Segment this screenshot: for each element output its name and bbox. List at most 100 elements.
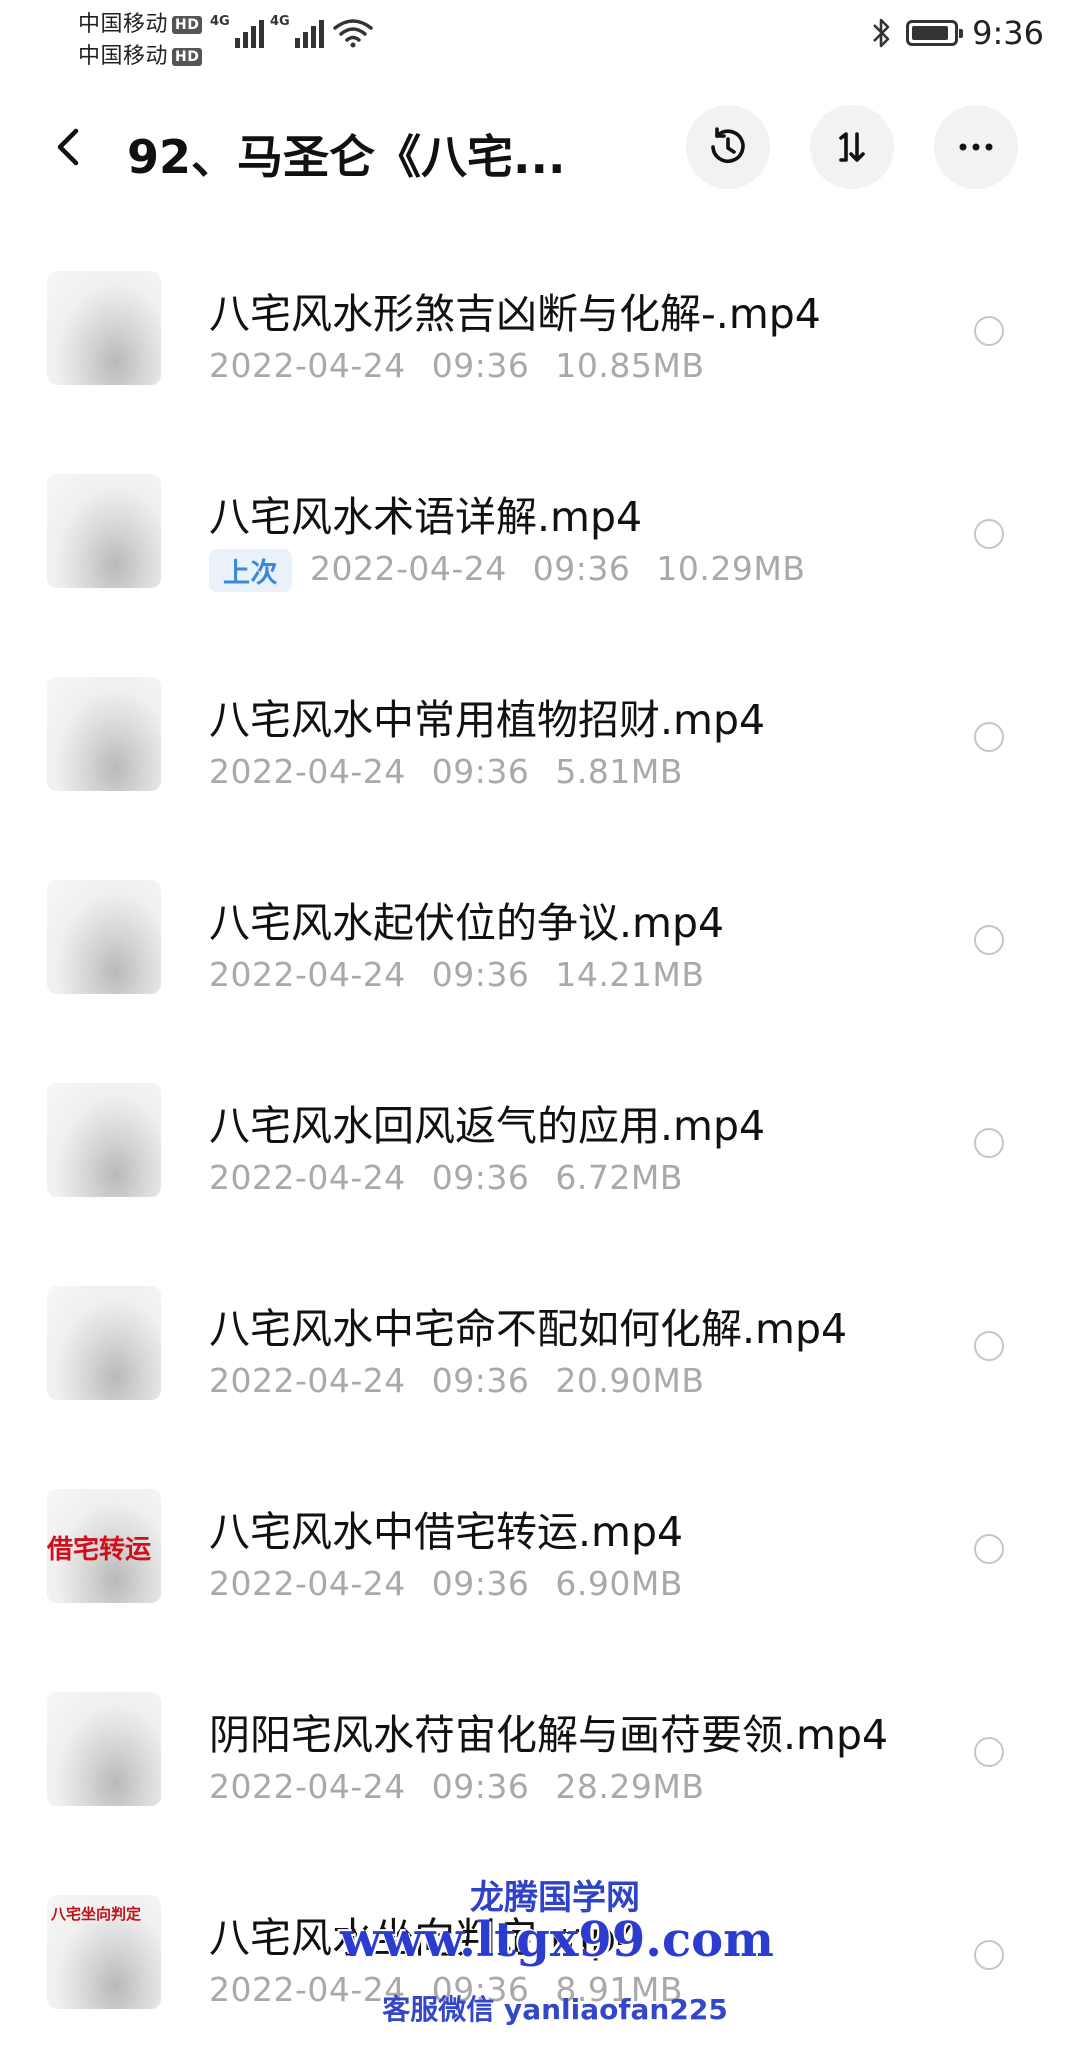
signal-icon: 4G: [210, 14, 264, 48]
video-thumbnail[interactable]: 八宅坐向判定: [47, 1895, 161, 2009]
file-meta: 2022-04-24 09:36 6.90MB: [209, 1564, 683, 1603]
thumbnail-painting: [47, 880, 161, 994]
file-row[interactable]: 八宅风水形煞吉凶断与化解-.mp4 2022-04-24 09:36 10.85MB: [0, 228, 1080, 431]
video-thumbnail[interactable]: [47, 271, 161, 385]
file-date: 2022-04-24: [209, 1564, 406, 1603]
file-name: 八宅风水回风返气的应用.mp4: [209, 1102, 766, 1150]
file-row[interactable]: 八宅风水回风返气的应用.mp4 2022-04-24 09:36 6.72MB: [0, 1040, 1080, 1243]
select-radio[interactable]: [974, 1737, 1004, 1767]
file-time: 09:36: [431, 955, 530, 994]
more-button[interactable]: [934, 105, 1018, 189]
select-radio[interactable]: [974, 925, 1004, 955]
thumbnail-caption: 借宅转运: [47, 1535, 152, 1565]
carrier-2-label: 中国移动: [78, 44, 169, 69]
video-thumbnail[interactable]: 借宅转运: [47, 1489, 161, 1603]
file-date: 2022-04-24: [209, 1158, 406, 1197]
signal-icon: 4G: [270, 14, 324, 48]
file-row[interactable]: 借宅转运 八宅风水中借宅转运.mp4 2022-04-24 09:36 6.90MB: [0, 1446, 1080, 1649]
select-radio[interactable]: [974, 1331, 1004, 1361]
file-size: 14.21MB: [555, 955, 705, 994]
file-size: 10.85MB: [555, 346, 705, 385]
hd-badge: HD: [172, 48, 203, 66]
file-date: 2022-04-24: [209, 1767, 406, 1806]
video-thumbnail[interactable]: [47, 880, 161, 994]
file-name: 八宅风水术语详解.mp4: [209, 493, 643, 541]
file-time: 09:36: [532, 549, 631, 588]
file-name: 八宅风水形煞吉凶断与化解-.mp4: [209, 290, 821, 338]
video-thumbnail[interactable]: [47, 474, 161, 588]
video-thumbnail[interactable]: [47, 1083, 161, 1197]
file-size: 20.90MB: [555, 1361, 705, 1400]
file-time: 09:36: [431, 1361, 530, 1400]
file-meta: 2022-04-24 09:36 20.90MB: [209, 1361, 704, 1400]
file-row[interactable]: 八宅风水中宅命不配如何化解.mp4 2022-04-24 09:36 20.90MB: [0, 1243, 1080, 1446]
thumbnail-painting: [47, 1286, 161, 1400]
history-icon: [711, 127, 745, 164]
bluetooth-icon: [873, 18, 890, 48]
thumbnail-painting: [47, 271, 161, 385]
thumbnail-painting: [47, 677, 161, 791]
file-date: 2022-04-24: [310, 549, 507, 588]
net-type-label: 4G: [270, 14, 290, 29]
net-type-label: 4G: [210, 14, 230, 29]
file-date: 2022-04-24: [209, 955, 406, 994]
file-meta: 2022-04-24 09:36 5.81MB: [209, 752, 683, 791]
select-radio[interactable]: [974, 519, 1004, 549]
file-name: 八宅风水中宅命不配如何化解.mp4: [209, 1305, 848, 1353]
file-name: 八宅风水起伏位的争议.mp4: [209, 899, 725, 947]
file-name: 阴阳宅风水苻宙化解与画苻要领.mp4: [209, 1711, 889, 1759]
video-thumbnail[interactable]: [47, 1286, 161, 1400]
video-thumbnail[interactable]: [47, 1692, 161, 1806]
thumbnail-painting: [47, 1692, 161, 1806]
file-time: 09:36: [431, 752, 530, 791]
more-icon: [959, 143, 993, 151]
file-time: 09:36: [431, 1767, 530, 1806]
file-meta: 2022-04-24 09:36 10.85MB: [209, 346, 704, 385]
file-time: 09:36: [431, 346, 530, 385]
video-thumbnail[interactable]: [47, 677, 161, 791]
back-arrow-icon[interactable]: [48, 125, 92, 169]
status-right: 9:36: [870, 14, 1044, 52]
watermark-url: www.ltgx99.com: [340, 1912, 774, 1968]
file-time: 09:36: [431, 1158, 530, 1197]
file-name: 八宅风水中借宅转运.mp4: [209, 1508, 684, 1556]
hd-badge: HD: [172, 16, 203, 34]
file-size: 28.29MB: [555, 1767, 705, 1806]
status-bar: 中国移动 HD 中国移动 HD 4G 4G 9:36: [0, 0, 1080, 70]
sort-icon: [839, 132, 865, 162]
file-date: 2022-04-24: [209, 1361, 406, 1400]
thumbnail-painting: [47, 474, 161, 588]
battery-icon: [906, 20, 964, 46]
app-header: 92、马圣仑《八宅...: [0, 95, 1080, 205]
file-size: 6.72MB: [555, 1158, 683, 1197]
watermark-contact: 客服微信 yanliaofan225: [382, 1993, 728, 2026]
file-date: 2022-04-24: [209, 752, 406, 791]
file-meta: 2022-04-24 09:36 14.21MB: [209, 955, 704, 994]
file-row[interactable]: 八宅风水中常用植物招财.mp4 2022-04-24 09:36 5.81MB: [0, 634, 1080, 837]
select-radio[interactable]: [974, 316, 1004, 346]
select-radio[interactable]: [974, 1128, 1004, 1158]
battery-fill: [912, 26, 949, 40]
carrier-1: 中国移动 HD: [78, 6, 203, 38]
sort-button[interactable]: [810, 105, 894, 189]
file-row[interactable]: 阴阳宅风水苻宙化解与画苻要领.mp4 2022-04-24 09:36 28.29M…: [0, 1649, 1080, 1852]
select-radio[interactable]: [974, 722, 1004, 752]
file-size: 10.29MB: [656, 549, 806, 588]
file-row[interactable]: 八宅风水起伏位的争议.mp4 2022-04-24 09:36 14.21MB: [0, 837, 1080, 1040]
history-button[interactable]: [686, 105, 770, 189]
file-meta: 2022-04-24 09:36 28.29MB: [209, 1767, 704, 1806]
select-radio[interactable]: [974, 1940, 1004, 1970]
file-row[interactable]: 八宅风水术语详解.mp4 上次 2022-04-24 09:36 10.29MB: [0, 431, 1080, 634]
last-played-badge: 上次: [209, 549, 292, 592]
thumbnail-painting: [47, 1083, 161, 1197]
file-time: 09:36: [431, 1564, 530, 1603]
watermark: 龙腾国学网 www.ltgx99.com 客服微信 yanliaofan225: [340, 1870, 774, 2040]
carrier-1-label: 中国移动: [78, 12, 169, 37]
select-radio[interactable]: [974, 1534, 1004, 1564]
file-name: 八宅风水中常用植物招财.mp4: [209, 696, 766, 744]
wifi-icon: [333, 19, 373, 48]
page-title: 92、马圣仑《八宅...: [127, 130, 566, 184]
file-meta: 2022-04-24 09:36 6.72MB: [209, 1158, 683, 1197]
file-date: 2022-04-24: [209, 346, 406, 385]
file-meta: 上次 2022-04-24 09:36 10.29MB: [209, 549, 805, 592]
